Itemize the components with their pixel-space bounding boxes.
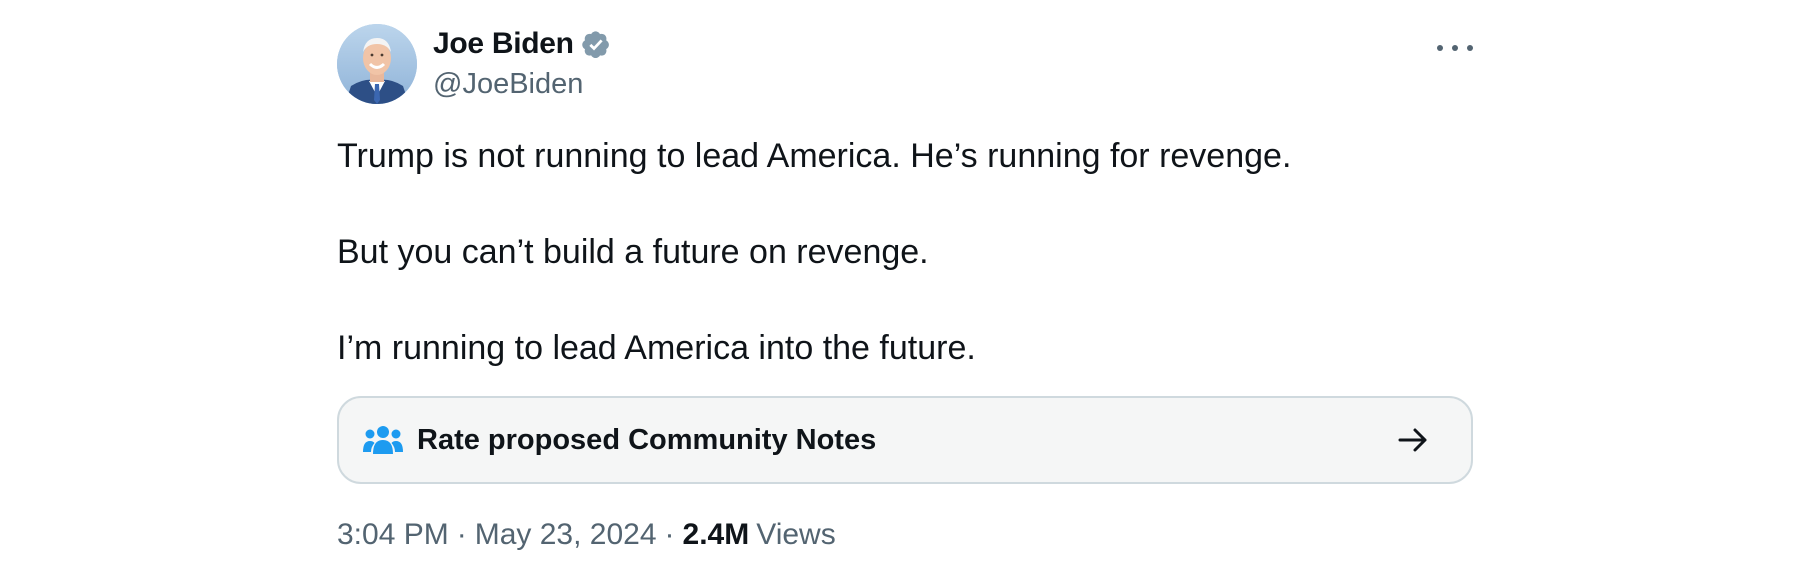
tweet: Joe Biden @JoeBiden Trump is not running… bbox=[337, 22, 1473, 552]
more-dot-icon bbox=[1452, 45, 1458, 51]
display-name-row: Joe Biden bbox=[433, 22, 614, 66]
avatar[interactable] bbox=[337, 24, 417, 104]
views-count[interactable]: 2.4M bbox=[683, 518, 750, 552]
display-name[interactable]: Joe Biden bbox=[433, 27, 574, 61]
community-notes-label: Rate proposed Community Notes bbox=[417, 423, 877, 456]
tweet-meta: 3:04 PM · May 23, 2024 · 2.4M Views bbox=[337, 518, 1473, 552]
arrow-right-icon bbox=[1397, 424, 1429, 456]
tweet-text: Trump is not running to lead America. He… bbox=[337, 136, 1473, 368]
verified-badge-icon[interactable] bbox=[580, 27, 614, 61]
tweet-header: Joe Biden @JoeBiden bbox=[337, 22, 1473, 106]
tweet-text-line: But you can’t build a future on revenge. bbox=[337, 233, 929, 271]
more-dot-icon bbox=[1437, 45, 1443, 51]
avatar-image bbox=[337, 24, 417, 104]
author-names: Joe Biden @JoeBiden bbox=[433, 22, 614, 101]
more-options-button[interactable] bbox=[1437, 36, 1473, 60]
views-label[interactable]: Views bbox=[756, 518, 835, 552]
author-handle[interactable]: @JoeBiden bbox=[433, 68, 614, 101]
people-icon bbox=[363, 425, 403, 455]
separator: · bbox=[456, 518, 467, 551]
rate-community-notes-button[interactable]: Rate proposed Community Notes bbox=[337, 396, 1473, 484]
tweet-date[interactable]: May 23, 2024 bbox=[475, 518, 657, 552]
more-dot-icon bbox=[1467, 45, 1473, 51]
tweet-text-line: Trump is not running to lead America. He… bbox=[337, 137, 1292, 175]
tweet-text-line: I’m running to lead America into the fut… bbox=[337, 329, 976, 367]
tweet-time[interactable]: 3:04 PM bbox=[337, 518, 449, 552]
separator: · bbox=[664, 518, 675, 551]
